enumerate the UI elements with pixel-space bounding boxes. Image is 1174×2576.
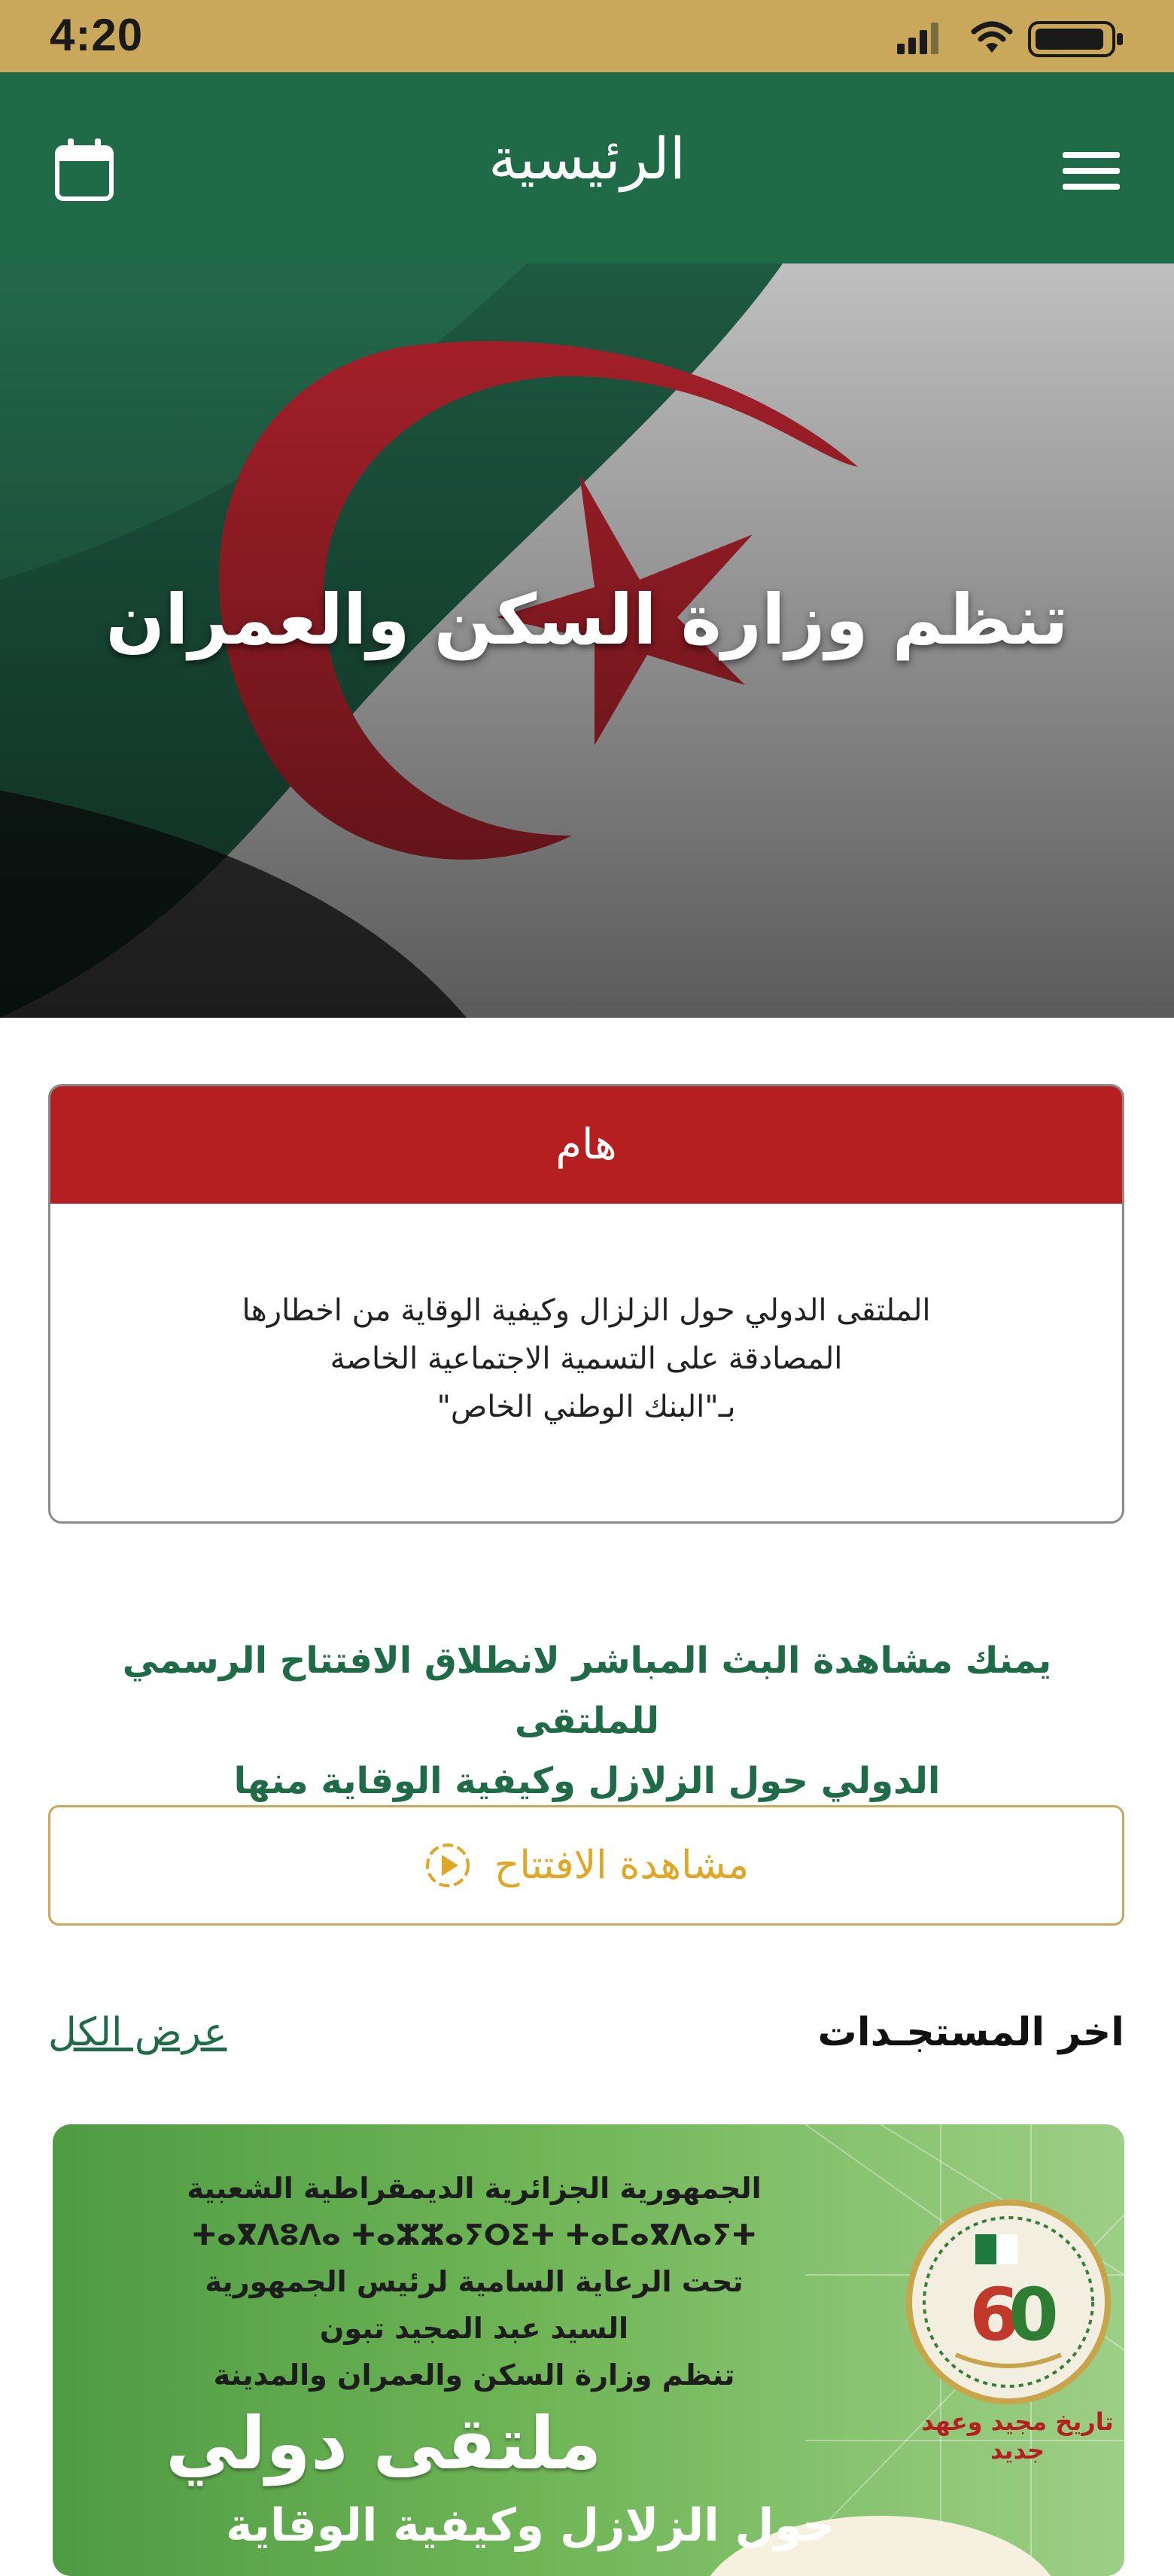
- svg-text:0: 0: [1008, 2273, 1059, 2357]
- watch-button-label: مشاهدة الافتتاح: [494, 1843, 750, 1888]
- news-card[interactable]: الجمهورية الجزائرية الديمقراطية الشعبية …: [53, 2124, 1124, 2576]
- news-card-header-text: الجمهورية الجزائرية الديمقراطية الشعبية …: [166, 2165, 783, 2398]
- hamburger-menu-icon: [1063, 152, 1120, 190]
- notice-line: بـ"البنك الوطني الخاص": [436, 1390, 736, 1424]
- notice-line: الملتقى الدولي حول الزلزال وكيفية الوقاي…: [242, 1293, 931, 1328]
- notice-line: المصادقة على التسمية الاجتماعية الخاصة: [330, 1341, 843, 1376]
- hero-banner: تنظم وزارة السكن والعمران: [0, 263, 1174, 1018]
- status-bar: 4:20: [0, 0, 1174, 72]
- notice-heading: هام: [50, 1086, 1122, 1204]
- news-card-subheadline: حول الزلازل وكيفية الوقاية: [226, 2499, 835, 2552]
- live-text-line: يمنك مشاهدة البث المباشر لانطلاق الافتتا…: [122, 1640, 1052, 1742]
- menu-button[interactable]: [1063, 151, 1120, 191]
- hero-title: تنظم وزارة السكن والعمران: [105, 580, 1069, 660]
- news-card-headline: ملتقى دولي: [166, 2401, 602, 2486]
- news-line: السيد عبد المجيد تبون: [319, 2312, 629, 2345]
- battery-icon: [1028, 21, 1123, 57]
- news-line: تحت الرعاية السامية لرئيس الجمهورية: [205, 2265, 744, 2298]
- wifi-icon: [971, 21, 1013, 53]
- view-all-link[interactable]: عرض الكل: [48, 2010, 227, 2055]
- app-header: الرئيسية: [0, 72, 1174, 263]
- live-stream-text: يمنك مشاهدة البث المباشر لانطلاق الافتتا…: [60, 1631, 1114, 1811]
- notice-card: هام الملتقى الدولي حول الزلزال وكيفية ال…: [48, 1084, 1124, 1524]
- watch-opening-button[interactable]: مشاهدة الافتتاح: [48, 1805, 1124, 1926]
- independence-anniversary-emblem: 6 0: [906, 2200, 1111, 2404]
- cellular-signal-icon: [897, 23, 938, 54]
- live-text-line: الدولي حول الزلازل وكيفية الوقاية منها: [233, 1760, 941, 1802]
- news-line: تنظم وزارة السكن والعمران والمدينة: [213, 2358, 735, 2392]
- news-line: ⵜⴰⴳⴷⵓⴷⴰ ⵜⴰⵣⵣⴰⵢⵔⵉⵜ ⵜⴰⵎⴰⴳⴷⴰⵢⵜ: [191, 2218, 757, 2252]
- page-title: الرئيسية: [488, 125, 686, 192]
- emblem-caption: تاريخ مجيد وعهد جديد: [921, 2407, 1114, 2465]
- status-time: 4:20: [50, 10, 144, 60]
- latest-news-title: اخر المستجـدات: [817, 2010, 1124, 2055]
- play-circle-icon: [425, 1844, 470, 1887]
- status-icons: [897, 21, 1123, 57]
- notice-body: الملتقى الدولي حول الزلزال وكيفية الوقاي…: [50, 1204, 1122, 1431]
- news-line: الجمهورية الجزائرية الديمقراطية الشعبية: [187, 2172, 762, 2205]
